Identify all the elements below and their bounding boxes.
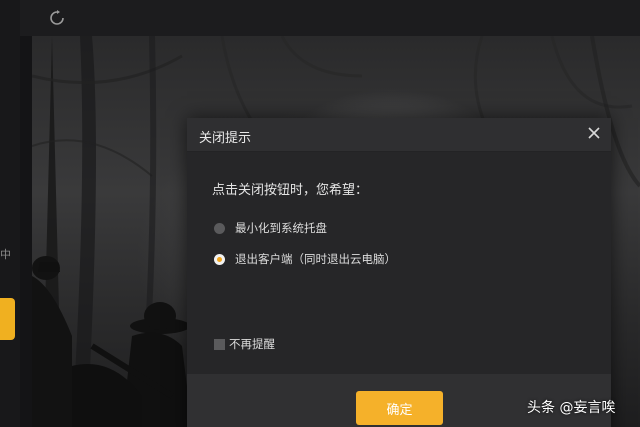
dialog-header: 关闭提示: [187, 118, 611, 152]
dialog-body: 点击关闭按钮时，您希望： 最小化到系统托盘 退出客户端（同时退出云电脑） 不再提…: [187, 152, 611, 374]
radio-unchecked-icon[interactable]: [214, 222, 225, 234]
watermark-text: 头条 @妄言唉: [527, 400, 616, 416]
option-label: 最小化到系统托盘: [235, 221, 327, 235]
checkbox-icon[interactable]: [214, 338, 225, 350]
dont-remind-checkbox-row[interactable]: 不再提醒: [214, 337, 275, 351]
close-icon[interactable]: [585, 124, 603, 142]
app-window: 中 关闭提示 点击关闭按钮时，您希望： 最小化到系统托盘 退出客户端（同时退出云…: [0, 0, 640, 427]
sidebar-launch-button[interactable]: [0, 298, 15, 340]
sidebar-partial-text: 中: [0, 248, 11, 261]
dialog-title: 关闭提示: [199, 131, 252, 146]
radio-checked-icon[interactable]: [214, 253, 225, 265]
confirm-button[interactable]: 确定: [356, 391, 443, 425]
left-sidebar: 中: [0, 0, 20, 427]
option-label: 退出客户端（同时退出云电脑）: [235, 252, 396, 266]
dont-remind-label: 不再提醒: [229, 337, 275, 351]
close-prompt-dialog: 关闭提示 点击关闭按钮时，您希望： 最小化到系统托盘 退出客户端（同时退出云电脑…: [187, 118, 611, 427]
refresh-icon[interactable]: [48, 9, 66, 27]
option-exit-client[interactable]: 退出客户端（同时退出云电脑）: [214, 251, 396, 267]
option-minimize-to-tray[interactable]: 最小化到系统托盘: [214, 220, 327, 236]
dialog-question: 点击关闭按钮时，您希望：: [212, 183, 369, 198]
top-bar: [20, 0, 640, 36]
